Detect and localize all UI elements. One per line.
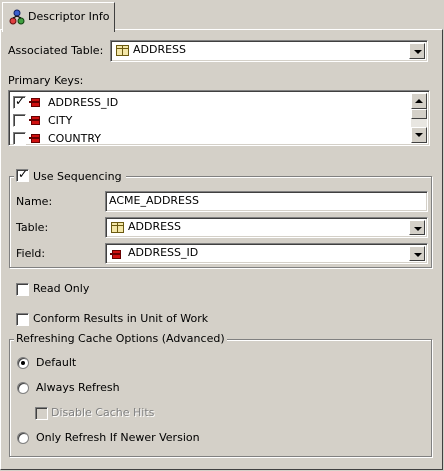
field-key-icon [110, 249, 121, 259]
list-item[interactable]: ✓ ADDRESS_ID [12, 94, 402, 112]
list-item[interactable]: CITY [12, 112, 402, 130]
radio-always-refresh-label[interactable]: Always Refresh [36, 381, 120, 395]
associated-table-dropdown-button[interactable] [409, 43, 425, 59]
scroll-down-button[interactable] [411, 127, 427, 143]
sequence-name-value: ACME_ADDRESS [109, 194, 199, 207]
primary-key-checkbox[interactable] [13, 114, 26, 127]
sequence-field-dropdown-button[interactable] [409, 246, 425, 261]
primary-key-label: CITY [48, 114, 73, 127]
descriptor-icon [9, 9, 25, 28]
disable-cache-hits-label: Disable Cache Hits [51, 406, 155, 419]
conform-results-label[interactable]: Conform Results in Unit of Work [33, 312, 208, 326]
sequence-field-combo[interactable]: ADDRESS_ID [105, 243, 428, 264]
radio-only-refresh-newer-label[interactable]: Only Refresh If Newer Version [36, 431, 200, 445]
use-sequencing-toggle[interactable]: ✓ Use Sequencing [14, 167, 126, 184]
primary-key-label: ADDRESS_ID [48, 96, 119, 109]
primary-keys-label: Primary Keys: [8, 74, 84, 87]
radio-default-label[interactable]: Default [36, 356, 76, 370]
primary-key-checkbox[interactable] [13, 132, 26, 145]
use-sequencing-checkbox[interactable]: ✓ [16, 167, 29, 182]
associated-table-label: Associated Table: [8, 44, 104, 57]
primary-key-checkbox[interactable]: ✓ [13, 94, 26, 109]
read-only-checkbox[interactable] [16, 283, 29, 296]
sequence-field-value: ADDRESS_ID [128, 246, 199, 259]
table-icon [116, 45, 129, 56]
tab-strip: Descriptor Info [0, 0, 444, 32]
scroll-thumb[interactable] [411, 109, 427, 119]
disable-cache-hits-checkbox [35, 407, 48, 420]
associated-table-value: ADDRESS [133, 43, 187, 56]
conform-results-checkbox[interactable] [16, 313, 29, 326]
tab-label: Descriptor Info [28, 10, 110, 23]
sequence-table-combo[interactable]: ADDRESS [105, 217, 428, 238]
associated-table-combo[interactable]: ADDRESS [110, 40, 428, 62]
radio-only-refresh-newer[interactable] [17, 432, 29, 444]
sequence-table-value: ADDRESS [128, 220, 182, 233]
field-key-icon [29, 115, 40, 125]
tab-descriptor-info[interactable]: Descriptor Info [2, 2, 115, 32]
use-sequencing-label: Use Sequencing [33, 170, 122, 183]
read-only-label[interactable]: Read Only [33, 282, 89, 296]
list-item[interactable]: COUNTRY [12, 130, 402, 145]
scroll-up-button[interactable] [411, 93, 427, 109]
table-icon [111, 222, 124, 233]
sequence-name-input[interactable]: ACME_ADDRESS [105, 191, 428, 212]
primary-key-label: COUNTRY [48, 132, 101, 145]
field-key-icon [29, 133, 40, 143]
primary-keys-scrollbar[interactable] [411, 93, 427, 143]
refresh-cache-title: Refreshing Cache Options (Advanced) [14, 332, 227, 346]
field-key-icon [29, 97, 40, 107]
sequence-field-label: Field: [16, 247, 46, 260]
sequence-table-label: Table: [16, 221, 49, 234]
sequence-name-label: Name: [16, 195, 53, 208]
primary-keys-list[interactable]: ✓ ADDRESS_ID CITY COUNTRY [8, 90, 430, 146]
radio-always-refresh[interactable] [17, 382, 29, 394]
radio-default[interactable] [17, 357, 29, 369]
sequence-table-dropdown-button[interactable] [409, 220, 425, 235]
